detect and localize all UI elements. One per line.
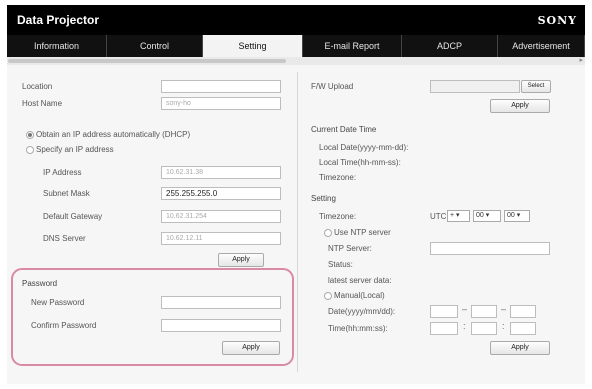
tab-advertisement[interactable]: Advertisement (498, 35, 585, 57)
local-date-label: Local Date(yyyy-mm-dd): (319, 143, 409, 152)
status-label: Status: (328, 260, 353, 269)
current-datetime-title: Current Date Time (311, 125, 377, 134)
date-month-input[interactable] (471, 305, 497, 318)
tab-adcp[interactable]: ADCP (402, 35, 498, 57)
column-divider (297, 72, 298, 372)
ntp-server-input[interactable] (430, 242, 550, 255)
host-name-label: Host Name (22, 99, 63, 108)
network-apply-button[interactable]: Apply (218, 253, 264, 267)
header-bar: Data Projector SONY (7, 5, 585, 35)
datetime-apply-button[interactable]: Apply (490, 341, 550, 355)
brand-logo: SONY (537, 14, 577, 27)
subnet-mask-input[interactable]: 255.255.255.0 (161, 187, 281, 200)
default-gateway-input[interactable]: 10.62.31.254 (161, 210, 281, 223)
ntp-server-label: NTP Server: (328, 244, 372, 253)
dhcp-radio[interactable] (26, 131, 34, 139)
password-title: Password (22, 279, 58, 288)
date-separator-2: – (501, 304, 507, 314)
fw-apply-button[interactable]: Apply (490, 99, 550, 113)
ntp-use-label: Use NTP server (334, 228, 391, 237)
local-time-label: Local Time(hh-mm-ss): (319, 158, 401, 167)
password-apply-button[interactable]: Apply (222, 341, 280, 355)
specify-ip-radio[interactable] (26, 146, 34, 154)
time-separator-2: : (502, 321, 505, 331)
fw-select-button[interactable]: Select (521, 80, 551, 93)
manual-radio[interactable] (324, 292, 332, 300)
location-input[interactable] (161, 80, 281, 93)
dns-server-label: DNS Server (43, 234, 86, 243)
fw-file-input[interactable] (430, 80, 520, 93)
tz-minute-value: 00 (507, 212, 515, 219)
current-timezone-label: Timezone: (319, 173, 357, 182)
date-year-input[interactable] (430, 305, 458, 318)
latest-server-data-label: latest server data: (328, 276, 392, 285)
ip-address-label: IP Address (43, 168, 82, 177)
default-gateway-label: Default Gateway (43, 212, 103, 221)
tab-setting[interactable]: Setting (203, 35, 303, 57)
dhcp-label: Obtain an IP address automatically (DHCP… (36, 130, 191, 139)
manual-label: Manual(Local) (334, 291, 385, 300)
confirm-password-label: Confirm Password (31, 321, 97, 330)
tz-sign-value: + (450, 212, 455, 219)
tz-hour-select[interactable]: 00 ▾ (473, 210, 501, 222)
tab-information[interactable]: Information (7, 35, 107, 57)
time-second-input[interactable] (510, 322, 536, 335)
scrollbar-thumb[interactable] (8, 59, 286, 63)
subnet-mask-label: Subnet Mask (43, 189, 90, 198)
fw-upload-label: F/W Upload (311, 82, 354, 91)
new-password-input[interactable] (161, 296, 281, 309)
tab-control[interactable]: Control (107, 35, 203, 57)
timezone-label: Timezone: (319, 212, 357, 221)
time-label: Time(hh:mm:ss): (328, 324, 388, 333)
app-title: Data Projector (17, 13, 100, 27)
tz-minute-select[interactable]: 00 ▾ (504, 210, 530, 222)
scroll-right-arrow-icon[interactable]: ▸ (579, 56, 583, 64)
time-hour-input[interactable] (430, 322, 458, 335)
utc-label: UTC (430, 212, 447, 221)
time-separator-1: : (463, 321, 466, 331)
tz-hour-value: 00 (476, 212, 484, 219)
location-label: Location (22, 82, 53, 91)
tab-email-report[interactable]: E-mail Report (303, 35, 402, 57)
time-minute-input[interactable] (471, 322, 497, 335)
new-password-label: New Password (31, 298, 85, 307)
date-day-input[interactable] (510, 305, 536, 318)
tz-sign-select[interactable]: + ▾ (447, 210, 470, 222)
date-label: Date(yyyy/mm/dd): (328, 307, 396, 316)
tab-bar: Information Control Setting E-mail Repor… (7, 35, 585, 57)
ip-address-input[interactable]: 10.62.31.38 (161, 166, 281, 179)
dns-server-input[interactable]: 10.62.12.11 (161, 232, 281, 245)
specify-ip-label: Specify an IP address (36, 145, 114, 154)
host-name-input[interactable]: sony-ho (161, 97, 281, 110)
confirm-password-input[interactable] (161, 319, 281, 332)
setting-title: Setting (311, 194, 336, 203)
ntp-radio[interactable] (324, 229, 332, 237)
date-separator-1: – (462, 304, 468, 314)
